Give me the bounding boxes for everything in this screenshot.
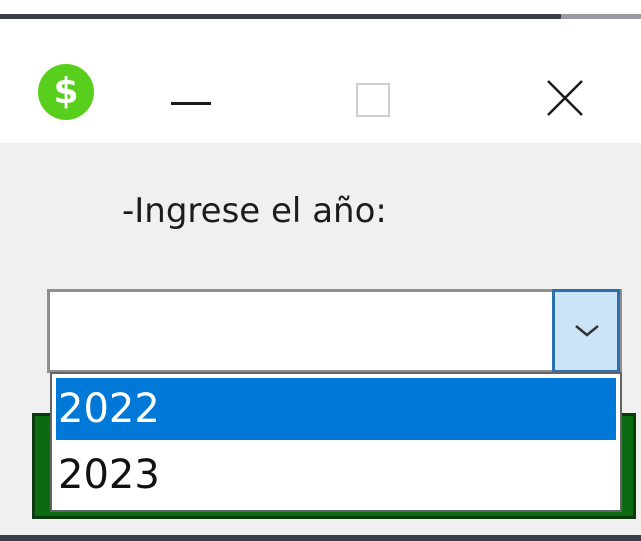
maximize-button[interactable]: [340, 59, 410, 125]
close-icon: [547, 80, 583, 116]
dropdown-arrow-button[interactable]: [552, 289, 620, 373]
title-bar[interactable]: $: [0, 19, 641, 143]
close-button[interactable]: [530, 59, 600, 125]
year-combobox[interactable]: [47, 289, 622, 373]
chevron-down-icon: [575, 325, 599, 337]
dollar-icon: $: [38, 64, 94, 120]
minimize-button[interactable]: [158, 59, 228, 125]
window-bottom-border: [0, 535, 641, 541]
dropdown-option-2023[interactable]: 2023: [56, 444, 616, 506]
minimize-icon: [171, 102, 211, 105]
dropdown-option-2022[interactable]: 2022: [56, 378, 616, 440]
year-label: -Ingrese el año:: [122, 191, 387, 231]
year-dropdown-list[interactable]: 2022 2023: [50, 372, 622, 512]
maximize-icon: [356, 83, 390, 117]
window-client-area: -Ingrese el año: 2022 2023: [0, 143, 641, 541]
